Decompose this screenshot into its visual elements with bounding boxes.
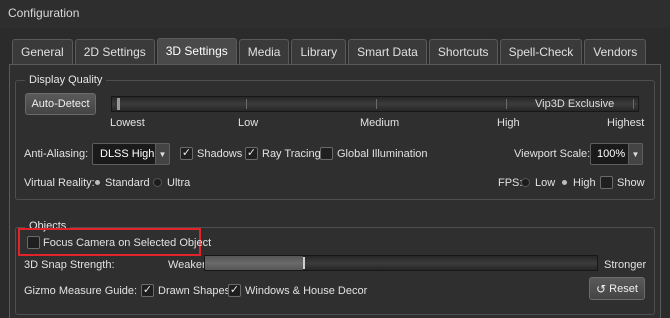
snap-strength-label: 3D Snap Strength: bbox=[24, 259, 115, 271]
chevron-down-icon: ▼ bbox=[628, 144, 642, 164]
reset-label: Reset bbox=[609, 282, 638, 295]
gizmo-guide-label: Gizmo Measure Guide: bbox=[24, 285, 138, 297]
auto-detect-button[interactable]: Auto-Detect bbox=[25, 93, 96, 115]
snap-strength-fill bbox=[205, 256, 303, 270]
quality-tick bbox=[376, 99, 377, 109]
title-bar: Configuration bbox=[0, 0, 670, 28]
fps-low-radio[interactable] bbox=[521, 178, 530, 187]
checkmark-icon: ✓ bbox=[181, 147, 192, 159]
virtual-reality-label: Virtual Reality: bbox=[24, 177, 95, 189]
reset-button[interactable]: ↺ Reset bbox=[589, 277, 645, 300]
tab-media[interactable]: Media bbox=[238, 39, 290, 64]
vr-standard-label: Standard bbox=[105, 177, 150, 189]
vr-ultra-label: Ultra bbox=[167, 177, 191, 189]
anti-aliasing-value: DLSS High bbox=[100, 148, 155, 160]
checkmark-icon: ✓ bbox=[229, 284, 240, 296]
fps-show-label: Show bbox=[617, 177, 645, 189]
shadows-label: Shadows bbox=[197, 148, 243, 160]
slider-exclusive-label: Vip3D Exclusive bbox=[535, 98, 615, 110]
quality-level-highest: Highest bbox=[607, 117, 645, 129]
global-illumination-label: Global Illumination bbox=[337, 148, 428, 160]
reset-icon: ↺ bbox=[596, 281, 607, 296]
ray-tracing-checkbox[interactable]: ✓ bbox=[245, 147, 258, 160]
vr-ultra-radio[interactable] bbox=[153, 178, 162, 187]
snap-stronger-label: Stronger bbox=[604, 259, 647, 271]
shadows-checkbox[interactable]: ✓ bbox=[180, 147, 193, 160]
tab-vendors[interactable]: Vendors bbox=[584, 39, 647, 64]
tab-bar: General 2D Settings 3D Settings Media Li… bbox=[12, 38, 648, 65]
snap-strength-handle[interactable] bbox=[303, 257, 305, 269]
fps-low-label: Low bbox=[535, 177, 556, 189]
global-illumination-checkbox[interactable] bbox=[320, 147, 333, 160]
display-quality-title: Display Quality bbox=[25, 74, 107, 86]
fps-label: FPS: bbox=[498, 177, 523, 189]
focus-camera-checkbox[interactable] bbox=[27, 236, 40, 249]
vr-standard-radio[interactable] bbox=[95, 180, 100, 185]
fps-show-checkbox[interactable] bbox=[600, 176, 613, 189]
drawn-shapes-label: Drawn Shapes bbox=[158, 285, 231, 297]
tab-library[interactable]: Library bbox=[291, 39, 347, 64]
quality-level-lowest: Lowest bbox=[110, 117, 145, 129]
fps-high-label: High bbox=[573, 177, 596, 189]
quality-level-high: High bbox=[497, 117, 520, 129]
tab-smart-data[interactable]: Smart Data bbox=[348, 39, 427, 64]
quality-tick bbox=[246, 99, 247, 109]
quality-tick bbox=[633, 99, 634, 109]
anti-aliasing-label: Anti-Aliasing: bbox=[24, 148, 89, 160]
ray-tracing-label: Ray Tracing bbox=[262, 148, 321, 160]
fps-high-radio[interactable] bbox=[562, 180, 567, 185]
viewport-scale-value: 100% bbox=[597, 148, 626, 160]
tab-2d-settings[interactable]: 2D Settings bbox=[74, 39, 155, 64]
snap-weaker-label: Weaker bbox=[168, 259, 206, 271]
chevron-down-icon: ▼ bbox=[155, 144, 169, 164]
focus-camera-label: Focus Camera on Selected Object bbox=[43, 237, 212, 249]
viewport-scale-label: Viewport Scale: bbox=[514, 148, 591, 160]
tab-shortcuts[interactable]: Shortcuts bbox=[428, 39, 498, 64]
window-title: Configuration bbox=[8, 6, 80, 20]
windows-house-decor-checkbox[interactable]: ✓ bbox=[228, 284, 241, 297]
viewport-scale-select[interactable]: 100% ▼ bbox=[590, 143, 643, 165]
quality-level-medium: Medium bbox=[360, 117, 400, 129]
display-quality-slider[interactable]: Vip3D Exclusive bbox=[111, 96, 639, 112]
windows-house-decor-label: Windows & House Decor bbox=[245, 285, 368, 297]
drawn-shapes-checkbox[interactable]: ✓ bbox=[141, 284, 154, 297]
quality-tick bbox=[506, 99, 507, 109]
quality-slider-handle[interactable] bbox=[117, 98, 120, 110]
tab-spell-check[interactable]: Spell-Check bbox=[499, 39, 583, 64]
anti-aliasing-select[interactable]: DLSS High ▼ bbox=[92, 143, 170, 165]
checkmark-icon: ✓ bbox=[142, 284, 153, 296]
tab-general[interactable]: General bbox=[12, 39, 73, 64]
checkmark-icon: ✓ bbox=[246, 147, 257, 159]
tab-3d-settings[interactable]: 3D Settings bbox=[156, 38, 237, 65]
snap-strength-slider[interactable] bbox=[204, 255, 598, 271]
quality-level-low: Low bbox=[238, 117, 259, 129]
